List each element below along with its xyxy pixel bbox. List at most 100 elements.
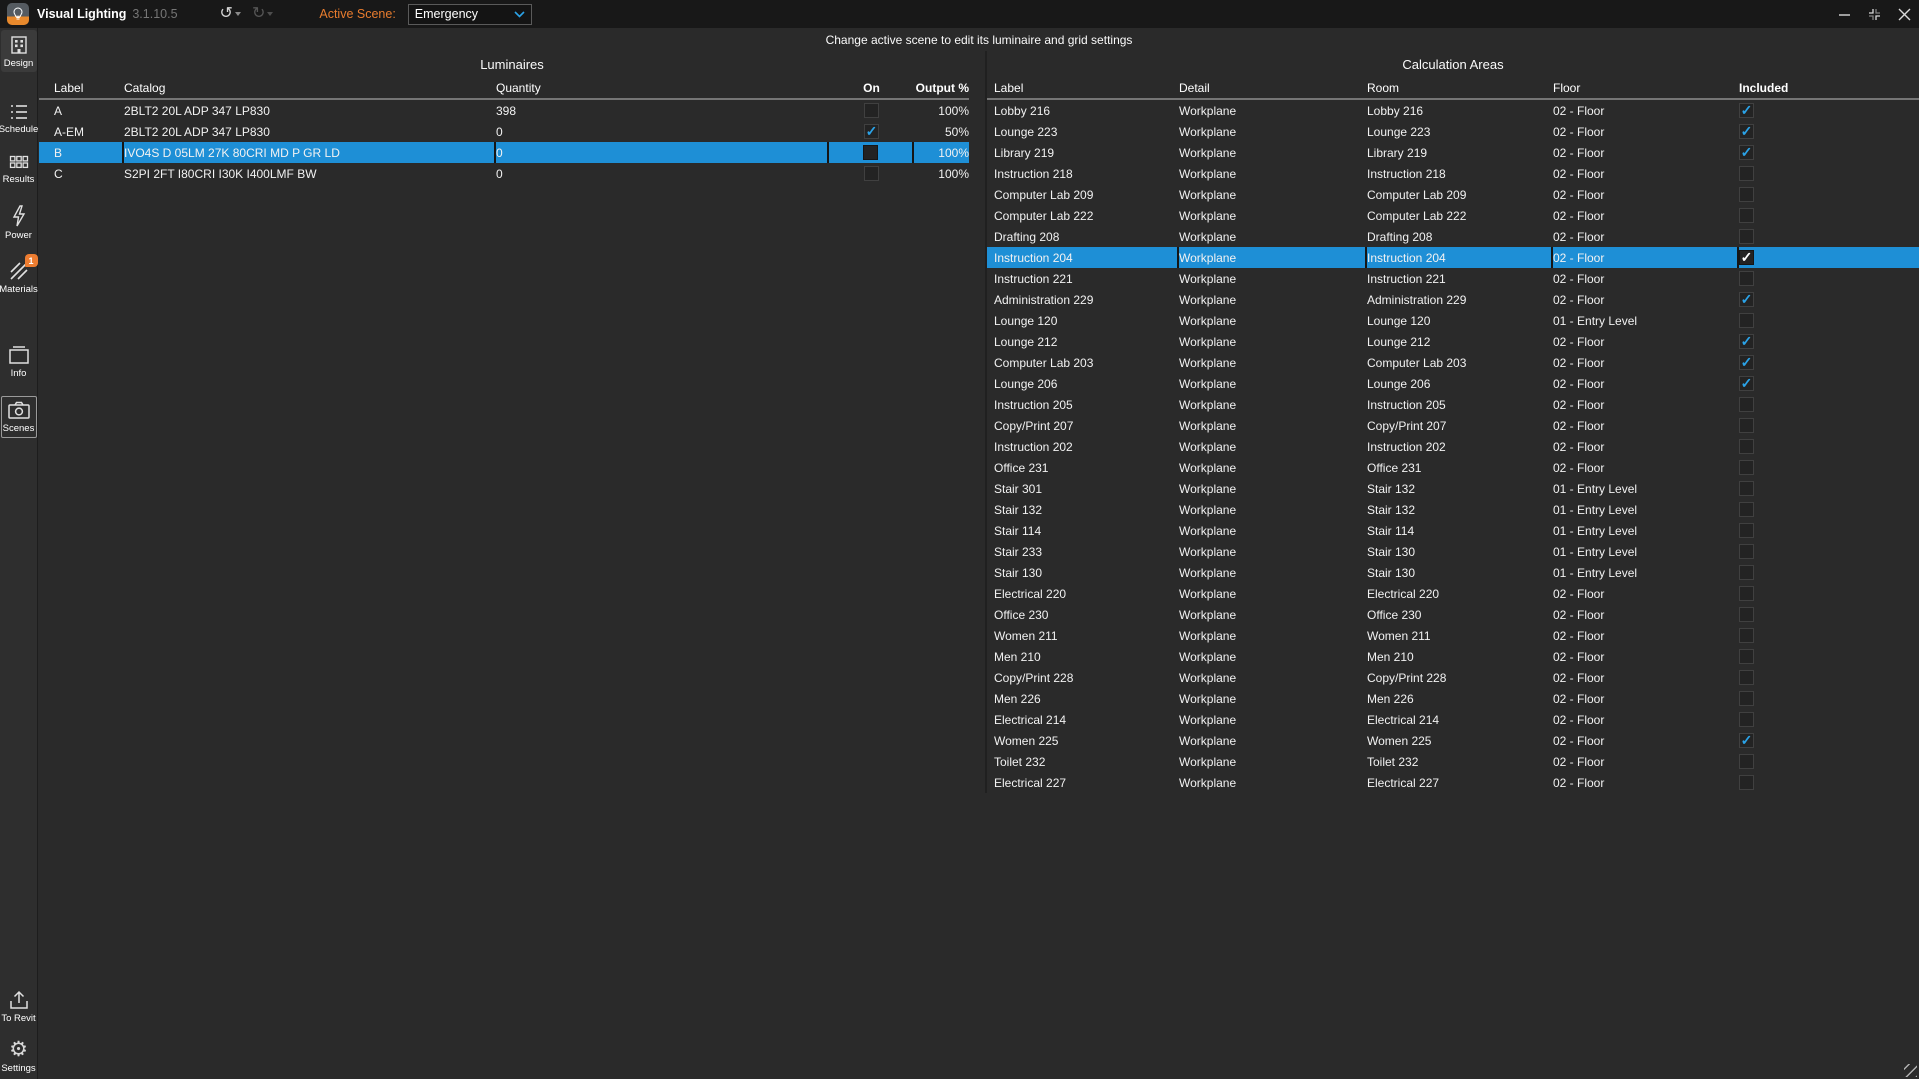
calculation-area-row[interactable]: Computer Lab 222 Workplane Computer Lab … bbox=[987, 205, 1919, 226]
included-checkbox[interactable] bbox=[1739, 544, 1754, 559]
included-checkbox[interactable] bbox=[1739, 586, 1754, 601]
included-checkbox[interactable] bbox=[1739, 460, 1754, 475]
included-checkbox[interactable] bbox=[1739, 607, 1754, 622]
included-checkbox[interactable] bbox=[1739, 418, 1754, 433]
included-checkbox[interactable]: ✓ bbox=[1739, 145, 1754, 160]
included-checkbox[interactable] bbox=[1739, 313, 1754, 328]
luminaire-row[interactable]: A-EM 2BLT2 20L ADP 347 LP830 0 ✓ 50% bbox=[39, 121, 969, 142]
column-header-detail[interactable]: Detail bbox=[1179, 78, 1367, 98]
sidebar-item-schedule[interactable]: Schedule bbox=[1, 98, 37, 138]
calculation-area-row[interactable]: Electrical 214 Workplane Electrical 214 … bbox=[987, 709, 1919, 730]
included-checkbox[interactable]: ✓ bbox=[1739, 376, 1754, 391]
undo-dropdown-icon[interactable] bbox=[235, 12, 241, 16]
calculation-area-row[interactable]: Men 226 Workplane Men 226 02 - Floor bbox=[987, 688, 1919, 709]
calculation-area-row[interactable]: Electrical 220 Workplane Electrical 220 … bbox=[987, 583, 1919, 604]
calculation-area-row[interactable]: Instruction 204 Workplane Instruction 20… bbox=[987, 247, 1919, 268]
included-checkbox[interactable] bbox=[1739, 271, 1754, 286]
resize-grip[interactable] bbox=[1904, 1064, 1917, 1077]
included-checkbox[interactable] bbox=[1739, 397, 1754, 412]
column-header-included[interactable]: Included bbox=[1739, 78, 1919, 98]
sidebar-item-to-revit[interactable]: To Revit bbox=[1, 985, 37, 1027]
calculation-area-row[interactable]: Instruction 205 Workplane Instruction 20… bbox=[987, 394, 1919, 415]
close-button[interactable] bbox=[1897, 7, 1911, 21]
calculation-area-row[interactable]: Lounge 223 Workplane Lounge 223 02 - Flo… bbox=[987, 121, 1919, 142]
included-checkbox[interactable] bbox=[1739, 754, 1754, 769]
included-checkbox[interactable]: ✓ bbox=[1739, 124, 1754, 139]
included-checkbox[interactable] bbox=[1739, 166, 1754, 181]
column-header-room[interactable]: Room bbox=[1367, 78, 1553, 98]
column-header-label[interactable]: Label bbox=[39, 78, 124, 98]
included-checkbox[interactable]: ✓ bbox=[1739, 334, 1754, 349]
column-header-floor[interactable]: Floor bbox=[1553, 78, 1739, 98]
calculation-area-row[interactable]: Library 219 Workplane Library 219 02 - F… bbox=[987, 142, 1919, 163]
calculation-area-row[interactable]: Office 230 Workplane Office 230 02 - Flo… bbox=[987, 604, 1919, 625]
sidebar-item-info[interactable]: Info bbox=[1, 340, 37, 382]
calculation-area-row[interactable]: Women 211 Workplane Women 211 02 - Floor bbox=[987, 625, 1919, 646]
calculation-area-row[interactable]: Toilet 232 Workplane Toilet 232 02 - Flo… bbox=[987, 751, 1919, 772]
calculation-area-row[interactable]: Women 225 Workplane Women 225 02 - Floor… bbox=[987, 730, 1919, 751]
on-checkbox[interactable] bbox=[864, 166, 879, 181]
included-checkbox[interactable]: ✓ bbox=[1739, 733, 1754, 748]
sidebar-item-power[interactable]: Power bbox=[1, 200, 37, 244]
undo-button[interactable]: ↺ bbox=[216, 5, 245, 23]
active-scene-select[interactable]: Emergency bbox=[408, 4, 532, 25]
included-checkbox[interactable] bbox=[1739, 523, 1754, 538]
luminaire-row[interactable]: A 2BLT2 20L ADP 347 LP830 398 100% bbox=[39, 100, 969, 121]
included-checkbox[interactable] bbox=[1739, 208, 1754, 223]
included-checkbox[interactable] bbox=[1739, 565, 1754, 580]
calculation-area-row[interactable]: Lounge 206 Workplane Lounge 206 02 - Flo… bbox=[987, 373, 1919, 394]
column-header-on[interactable]: On bbox=[829, 78, 914, 98]
included-checkbox[interactable] bbox=[1739, 229, 1754, 244]
column-header-label[interactable]: Label bbox=[987, 78, 1179, 98]
calculation-area-row[interactable]: Computer Lab 203 Workplane Computer Lab … bbox=[987, 352, 1919, 373]
included-checkbox[interactable] bbox=[1739, 649, 1754, 664]
calculation-area-row[interactable]: Administration 229 Workplane Administrat… bbox=[987, 289, 1919, 310]
calculation-area-row[interactable]: Office 231 Workplane Office 231 02 - Flo… bbox=[987, 457, 1919, 478]
calculation-area-row[interactable]: Instruction 202 Workplane Instruction 20… bbox=[987, 436, 1919, 457]
included-checkbox[interactable] bbox=[1739, 670, 1754, 685]
minimize-button[interactable] bbox=[1837, 7, 1851, 21]
included-checkbox[interactable] bbox=[1739, 502, 1754, 517]
calculation-area-row[interactable]: Instruction 218 Workplane Instruction 21… bbox=[987, 163, 1919, 184]
calculation-area-row[interactable]: Stair 233 Workplane Stair 130 01 - Entry… bbox=[987, 541, 1919, 562]
sidebar-item-scenes[interactable]: Scenes bbox=[1, 396, 37, 438]
calculation-area-row[interactable]: Stair 301 Workplane Stair 132 01 - Entry… bbox=[987, 478, 1919, 499]
included-checkbox[interactable]: ✓ bbox=[1739, 355, 1754, 370]
calculation-area-row[interactable]: Copy/Print 207 Workplane Copy/Print 207 … bbox=[987, 415, 1919, 436]
included-checkbox[interactable] bbox=[1739, 187, 1754, 202]
included-checkbox[interactable]: ✓ bbox=[1739, 103, 1754, 118]
sidebar-item-design[interactable]: Design bbox=[1, 30, 37, 72]
included-checkbox[interactable] bbox=[1739, 628, 1754, 643]
included-checkbox[interactable]: ✓ bbox=[1739, 250, 1754, 265]
calculation-area-row[interactable]: Copy/Print 228 Workplane Copy/Print 228 … bbox=[987, 667, 1919, 688]
column-header-output[interactable]: Output % bbox=[914, 78, 969, 98]
calculation-area-row[interactable]: Stair 130 Workplane Stair 130 01 - Entry… bbox=[987, 562, 1919, 583]
luminaire-row[interactable]: B IVO4S D 05LM 27K 80CRI MD P GR LD 0 10… bbox=[39, 142, 969, 163]
sidebar-item-materials[interactable]: 1 Materials bbox=[1, 256, 37, 298]
on-checkbox[interactable] bbox=[864, 103, 879, 118]
included-checkbox[interactable] bbox=[1739, 439, 1754, 454]
column-header-catalog[interactable]: Catalog bbox=[124, 78, 496, 98]
calculation-area-row[interactable]: Men 210 Workplane Men 210 02 - Floor bbox=[987, 646, 1919, 667]
calculation-area-row[interactable]: Lobby 216 Workplane Lobby 216 02 - Floor… bbox=[987, 100, 1919, 121]
included-checkbox[interactable] bbox=[1739, 712, 1754, 727]
included-checkbox[interactable] bbox=[1739, 691, 1754, 706]
redo-button[interactable]: ↻ bbox=[248, 5, 277, 23]
calculation-area-row[interactable]: Instruction 221 Workplane Instruction 22… bbox=[987, 268, 1919, 289]
calculation-area-row[interactable]: Stair 132 Workplane Stair 132 01 - Entry… bbox=[987, 499, 1919, 520]
luminaire-row[interactable]: C S2PI 2FT I80CRI I30K I400LMF BW 0 100% bbox=[39, 163, 969, 184]
included-checkbox[interactable]: ✓ bbox=[1739, 292, 1754, 307]
on-checkbox[interactable] bbox=[863, 145, 878, 160]
calculation-area-row[interactable]: Drafting 208 Workplane Drafting 208 02 -… bbox=[987, 226, 1919, 247]
calculation-area-row[interactable]: Computer Lab 209 Workplane Computer Lab … bbox=[987, 184, 1919, 205]
calculation-area-row[interactable]: Lounge 120 Workplane Lounge 120 01 - Ent… bbox=[987, 310, 1919, 331]
sidebar-item-settings[interactable]: ⚙ Settings bbox=[1, 1035, 37, 1077]
included-checkbox[interactable] bbox=[1739, 481, 1754, 496]
on-checkbox[interactable]: ✓ bbox=[864, 124, 879, 139]
included-checkbox[interactable] bbox=[1739, 775, 1754, 790]
calculation-area-row[interactable]: Stair 114 Workplane Stair 114 01 - Entry… bbox=[987, 520, 1919, 541]
calculation-area-row[interactable]: Lounge 212 Workplane Lounge 212 02 - Flo… bbox=[987, 331, 1919, 352]
restore-button[interactable] bbox=[1867, 7, 1881, 21]
column-header-quantity[interactable]: Quantity bbox=[496, 78, 829, 98]
sidebar-item-results[interactable]: Results bbox=[1, 150, 37, 188]
